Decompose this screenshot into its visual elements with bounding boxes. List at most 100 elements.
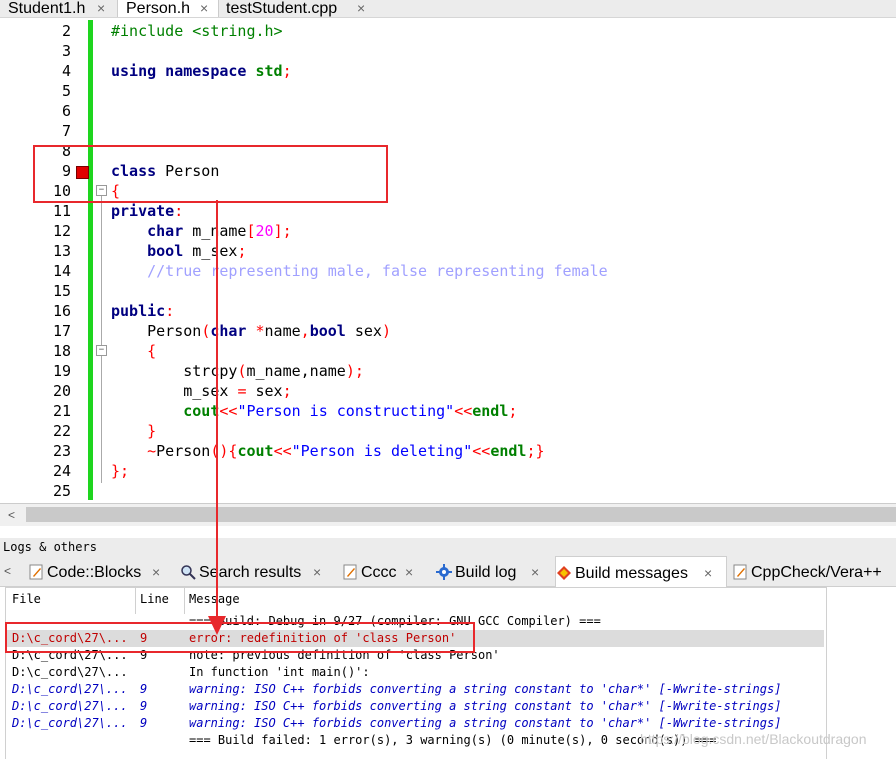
close-icon[interactable]: × — [704, 557, 712, 589]
close-icon[interactable]: × — [97, 0, 105, 17]
punct: { — [147, 342, 157, 360]
line-number: 7 — [61, 122, 71, 140]
line-number: 12 — [52, 222, 71, 240]
line-number: 2 — [61, 22, 71, 40]
identifier: Person — [147, 322, 202, 340]
punct: : — [165, 302, 175, 320]
line-cell: 9 — [140, 699, 148, 713]
scroll-left-icon[interactable]: < — [8, 508, 15, 522]
message-row-warning[interactable]: D:\c_cord\27\... 9 warning: ISO C++ forbid… — [6, 681, 824, 698]
column-divider — [135, 588, 136, 614]
code-line: public: — [111, 301, 174, 321]
tab-label: Build messages — [575, 565, 688, 582]
close-icon[interactable]: × — [152, 556, 160, 588]
keyword: char — [147, 222, 184, 240]
gear-icon — [436, 564, 452, 580]
tab-label: Build log — [455, 564, 517, 581]
code-line: } — [111, 421, 156, 441]
close-icon[interactable]: × — [405, 556, 413, 588]
punct: }; — [111, 462, 130, 480]
horizontal-scrollbar[interactable]: < — [0, 503, 896, 526]
annotation-box-error — [5, 622, 475, 653]
identifier: sex — [246, 382, 283, 400]
message-cell: === Build failed: 1 error(s), 3 warning(… — [189, 733, 717, 747]
tab-scroll-left-icon[interactable]: < — [4, 564, 11, 578]
tab-cppcheck-vera[interactable]: CppCheck/Vera++ — [732, 556, 896, 586]
punct: ]; — [273, 222, 292, 240]
line-number: 3 — [61, 42, 71, 60]
tab-cccc[interactable]: Cccc × — [342, 556, 427, 586]
line-cell: 9 — [140, 716, 148, 730]
punct: << — [472, 442, 491, 460]
tab-student1-h[interactable]: Student1.h × — [0, 0, 114, 17]
fold-toggle-icon[interactable]: − — [96, 345, 107, 356]
file-tab-bar: Student1.h × Person.h × testStudent.cpp … — [0, 0, 896, 18]
line-number: 14 — [52, 262, 71, 280]
tab-label: Cccc — [361, 564, 397, 581]
punct: * — [246, 322, 265, 340]
code-line: using namespace std; — [111, 61, 292, 81]
punct: ); — [345, 362, 364, 380]
file-cell: D:\c_cord\27\... — [12, 682, 128, 696]
line-number: 19 — [52, 362, 71, 380]
tab-label: Code::Blocks — [47, 564, 142, 581]
tab-build-messages[interactable]: Build messages × — [555, 556, 727, 587]
tab-codeblocks[interactable]: Code::Blocks × — [28, 556, 176, 586]
identifier: cout — [237, 442, 274, 460]
file-cell: D:\c_cord\27\... — [12, 716, 128, 730]
line-number: 11 — [52, 202, 71, 220]
identifier: endl — [472, 402, 509, 420]
keyword: bool — [309, 322, 346, 340]
code-line: private: — [111, 201, 183, 221]
code-line: //true representing male, false represen… — [111, 261, 608, 281]
punct: ~ — [147, 442, 157, 460]
annotation-arrow — [208, 200, 226, 635]
close-icon[interactable]: × — [200, 0, 208, 17]
punct: ; — [282, 62, 292, 80]
message-cell: warning: ISO C++ forbids converting a st… — [189, 716, 782, 730]
message-row-warning[interactable]: D:\c_cord\27\... 9 warning: ISO C++ forbid… — [6, 698, 824, 715]
code-line: }; — [111, 461, 129, 481]
keyword: using namespace — [111, 62, 247, 80]
string-literal: "Person is constructing" — [237, 402, 455, 420]
message-cell: warning: ISO C++ forbids converting a st… — [189, 682, 782, 696]
number: 20 — [255, 222, 274, 240]
line-number: 23 — [52, 442, 71, 460]
line-number: 25 — [52, 482, 71, 500]
line-number: 20 — [52, 382, 71, 400]
message-row-warning[interactable]: D:\c_cord\27\... 9 warning: ISO C++ forbid… — [6, 715, 824, 732]
column-header-line[interactable]: Line — [140, 592, 169, 606]
code-editor[interactable]: − − 2 3 4 5 6 7 8 9 10 11 12 13 14 15 16… — [0, 18, 896, 503]
line-number: 24 — [52, 462, 71, 480]
code-line: { — [111, 341, 156, 361]
punct: , — [300, 322, 310, 340]
preprocessor: #include <string.h> — [111, 22, 283, 40]
namespace: std — [255, 62, 283, 80]
line-number: 21 — [52, 402, 71, 420]
message-row[interactable]: D:\c_cord\27\... In function 'int main()'… — [6, 664, 824, 681]
log-tab-bar: < Code::Blocks × Search results × Cccc ×… — [0, 556, 896, 587]
line-number: 13 — [52, 242, 71, 260]
scrollbar-thumb[interactable] — [26, 507, 896, 522]
tab-build-log[interactable]: Build log × — [436, 556, 548, 586]
line-cell: 9 — [140, 682, 148, 696]
pencil-icon — [343, 564, 357, 580]
punct: [ — [246, 222, 256, 240]
close-icon[interactable]: × — [531, 556, 539, 588]
close-icon[interactable]: × — [357, 0, 365, 17]
tab-person-h[interactable]: Person.h × — [117, 0, 219, 17]
watermark: https://blog.csdn.net/Blackoutdragon — [640, 731, 867, 747]
code-line: Person(char *name,bool sex) — [111, 321, 391, 341]
column-divider — [184, 588, 185, 614]
tab-label: Person.h — [126, 0, 191, 17]
search-icon — [181, 565, 196, 580]
punct: ) — [381, 322, 391, 340]
column-header-file[interactable]: File — [12, 592, 41, 606]
code-line: #include <string.h> — [111, 21, 283, 41]
file-cell: D:\c_cord\27\... — [12, 665, 128, 679]
tab-teststudent-cpp[interactable]: testStudent.cpp × — [218, 0, 378, 17]
line-number: 22 — [52, 422, 71, 440]
string-literal: "Person is deleting" — [291, 442, 473, 460]
fold-guide — [101, 196, 102, 483]
close-icon[interactable]: × — [313, 556, 321, 588]
